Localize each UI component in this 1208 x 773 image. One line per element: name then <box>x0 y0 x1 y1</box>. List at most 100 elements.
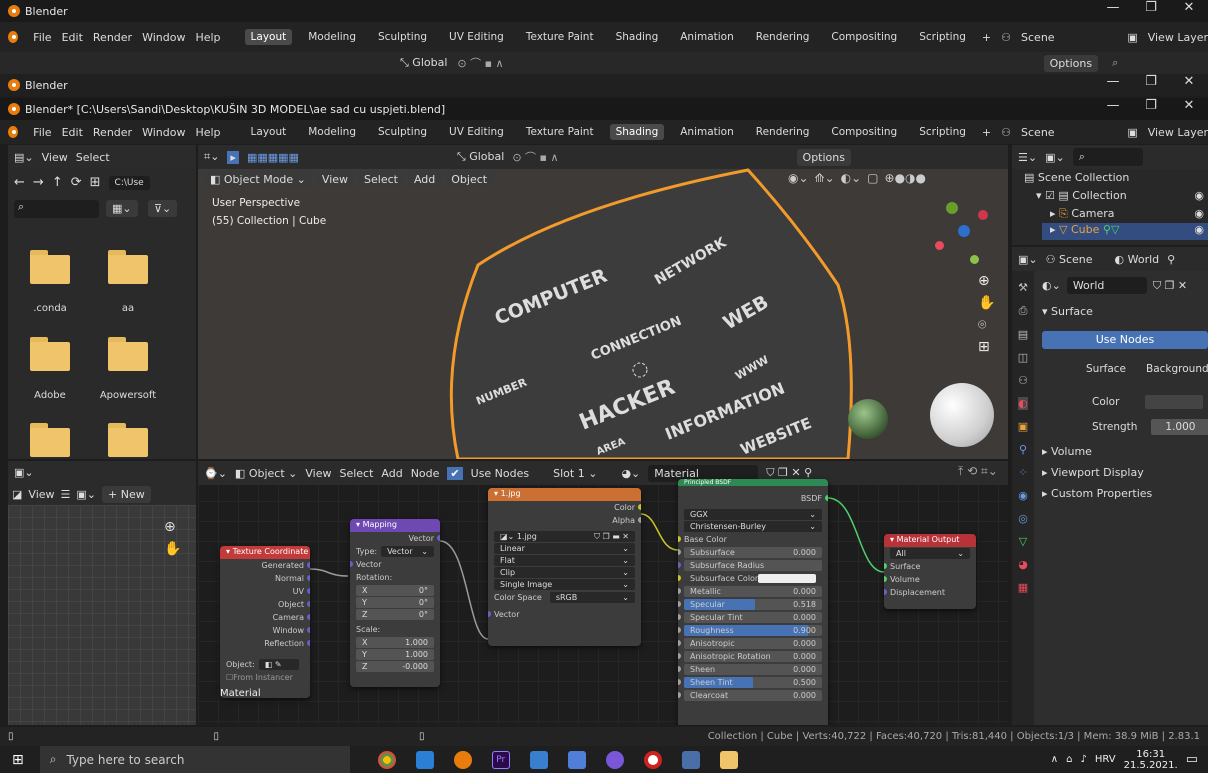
eye-icon[interactable]: ◉ <box>1194 189 1204 202</box>
vector-socket-icon[interactable] <box>307 588 310 594</box>
viewport-editor-icon[interactable]: ⌗⌄ <box>204 150 219 164</box>
menu-file[interactable]: File <box>33 31 51 44</box>
subsurface-method-dropdown[interactable]: Christensen-Burley ⌄ <box>684 521 822 532</box>
image-editor-mode-icon[interactable]: ◪ <box>12 488 22 501</box>
tab-scripting[interactable]: Scripting <box>913 29 972 45</box>
image-editor-type-icon[interactable]: ▣⌄ <box>14 466 34 479</box>
input-socket-icon[interactable] <box>678 666 681 672</box>
tray-arrow-icon[interactable]: ∧ <box>1051 754 1058 765</box>
viewport-menu-view[interactable]: View <box>315 171 355 188</box>
use-nodes-button[interactable]: Use Nodes <box>1042 331 1208 349</box>
bsdf-value-slider[interactable]: Specular 0.518 <box>684 599 822 610</box>
vector-socket-icon[interactable] <box>307 640 310 646</box>
bsdf-value-slider[interactable]: Clearcoat 0.000 <box>684 690 822 701</box>
bsdf-value-slider[interactable]: Anisotropic 0.000 <box>684 638 822 649</box>
close-button-3[interactable]: ✕ <box>1170 98 1208 120</box>
inner-menu-file[interactable]: File <box>33 126 51 139</box>
color-socket-icon[interactable] <box>638 504 641 510</box>
image-selector-field[interactable]: ◪⌄ 1.jpg ⛉ ❐ ▬ ✕ <box>494 531 635 542</box>
inner-view-layer-name[interactable]: View Layer <box>1148 126 1208 139</box>
vector-socket-icon[interactable] <box>350 561 353 567</box>
mapping-node[interactable]: ▾ Mapping Vector Type: Vector ⌄ Vector Rot… <box>350 519 440 687</box>
bsdf-value-slider[interactable]: Anisotropic Rotation 0.000 <box>684 651 822 662</box>
data-tab-icon[interactable]: ▽ <box>1019 535 1027 548</box>
bsdf-value-slider[interactable]: Metallic 0.000 <box>684 586 822 597</box>
scene-tab-icon[interactable]: ⚇ <box>1018 374 1028 387</box>
pin-icon[interactable]: ⚲ <box>1167 253 1175 266</box>
scene-selector[interactable]: ⚇ Scene <box>1046 253 1093 266</box>
input-socket-icon[interactable] <box>678 653 681 659</box>
premiere-icon[interactable]: Pr <box>491 750 510 769</box>
zoom-icon[interactable]: ⊕ <box>978 273 995 289</box>
world-actions-icons[interactable]: ⛉ ❐ ✕ <box>1153 279 1187 293</box>
editor-type-icon[interactable]: ▤⌄ <box>14 151 34 164</box>
outliner-camera[interactable]: ▸ ⎘ Camera ◉ <box>1050 207 1208 221</box>
maximize-button-2[interactable]: ❐ <box>1132 74 1170 96</box>
strength-field[interactable]: 1.000 <box>1151 419 1208 435</box>
menu-help[interactable]: Help <box>195 31 220 44</box>
float-socket-icon[interactable] <box>638 517 641 523</box>
select-mode-icons[interactable]: ▦▦▦▦▦ <box>247 151 299 164</box>
distribution-dropdown[interactable]: GGX ⌄ <box>684 509 822 520</box>
shader-socket-icon[interactable] <box>884 576 887 582</box>
image-texture-node[interactable]: ▾ 1.jpg Color Alpha ◪⌄ 1.jpg ⛉ ❐ ▬ ✕ Line… <box>488 488 641 646</box>
gizmo-y-icon[interactable] <box>946 202 958 214</box>
rotation-z-field[interactable]: Z 0° <box>356 609 434 620</box>
bsdf-value-slider[interactable]: Subsurface Color <box>684 573 822 584</box>
viewport-options-button[interactable]: Options <box>796 148 851 166</box>
node-editor-right-icons[interactable]: ⤒ ⟲ ⌗⌄ <box>958 464 998 479</box>
scale-z-field[interactable]: Z -0.000 <box>356 661 434 672</box>
inner-menu-help[interactable]: Help <box>195 126 220 139</box>
image-browse-icon[interactable]: ▣⌄ <box>76 488 96 501</box>
rotation-y-field[interactable]: Y 0° <box>356 597 434 608</box>
color-socket-icon[interactable] <box>678 536 681 542</box>
pan-hand-icon[interactable]: ✋ <box>978 295 995 311</box>
gizmo-neg-x-icon[interactable] <box>935 241 944 250</box>
rotation-x-field[interactable]: X 0° <box>356 585 434 596</box>
file-view-menu[interactable]: View <box>42 151 68 164</box>
surface-value[interactable]: Background <box>1146 363 1208 375</box>
tab-uv-editing[interactable]: UV Editing <box>443 29 510 45</box>
maximize-button[interactable]: ❐ <box>1132 0 1170 22</box>
folder-icon[interactable] <box>30 423 70 457</box>
minimize-button[interactable]: — <box>1094 0 1132 22</box>
outliner-collection[interactable]: ▾ ☑ ▤ Collection ◉ <box>1036 189 1208 202</box>
volume-section[interactable]: ▸ Volume <box>1042 445 1092 458</box>
surface-section[interactable]: ▾ Surface <box>1042 305 1093 318</box>
parent-icon[interactable]: ↑ <box>52 175 63 190</box>
render-tab-icon[interactable]: ⎙ <box>1019 304 1028 318</box>
input-socket-icon[interactable] <box>678 692 681 698</box>
bsdf-value-slider[interactable]: Roughness 0.900 <box>684 625 822 636</box>
bsdf-value-slider[interactable]: Sheen 0.000 <box>684 664 822 675</box>
path-field[interactable]: C:\Use <box>108 175 150 190</box>
inner-tab-scripting[interactable]: Scripting <box>913 124 972 140</box>
blender-menu-icon-2[interactable] <box>8 126 19 138</box>
network-icon[interactable]: ⌂ <box>1066 754 1072 765</box>
volume-icon[interactable]: ♪ <box>1080 754 1086 765</box>
pillow-model[interactable]: COMPUTER CONNECTION NETWORK WEB HACKER I… <box>418 165 888 459</box>
input-socket-icon[interactable] <box>678 614 681 620</box>
options-button[interactable]: Options <box>1043 54 1099 72</box>
outliner-root[interactable]: ▤ Scene Collection <box>1024 171 1129 184</box>
transform-orientation[interactable]: ⤡ Global <box>400 56 447 70</box>
folder-icon[interactable] <box>108 250 148 284</box>
world-selector[interactable]: ◐ World <box>1115 253 1160 266</box>
input-socket-icon[interactable] <box>678 575 681 581</box>
tab-layout[interactable]: Layout <box>244 29 293 45</box>
physics-tab-icon[interactable]: ◉ <box>1018 489 1028 502</box>
maximize-button-3[interactable]: ❐ <box>1132 98 1170 120</box>
pivot-icon[interactable]: ⊙ ⌒ ▪ ∧ <box>457 55 503 71</box>
view-layer-name[interactable]: View Layer <box>1148 31 1208 44</box>
windows-start-icon[interactable]: ⊞ <box>12 752 24 768</box>
image-pan-icon[interactable]: ✋ <box>164 541 181 557</box>
tab-shading[interactable]: Shading <box>610 29 665 45</box>
world-name-field[interactable]: World <box>1066 277 1147 294</box>
display-mode-icon[interactable]: ▦⌄ <box>106 200 138 217</box>
vscode-icon[interactable] <box>415 750 434 769</box>
properties-type-icon[interactable]: ▣⌄ <box>1018 253 1038 266</box>
object-mode-dropdown[interactable]: ◧ Object Mode ⌄ <box>204 171 312 188</box>
scale-y-field[interactable]: Y 1.000 <box>356 649 434 660</box>
interpolation-dropdown[interactable]: Linear ⌄ <box>494 543 635 554</box>
image-zoom-icon[interactable]: ⊕ <box>164 519 181 535</box>
outliner-type-icon[interactable]: ☰⌄ <box>1018 151 1037 164</box>
